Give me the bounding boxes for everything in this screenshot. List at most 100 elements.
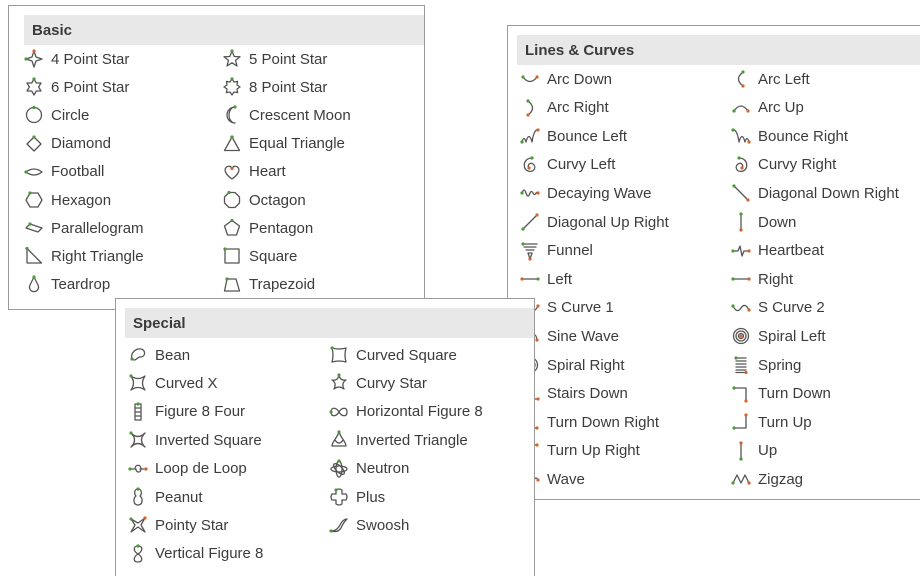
special-shape-item[interactable]: Curved Square [329,344,457,366]
lines-shape-item[interactable]: Turn Up [731,411,812,433]
diamond-icon [24,134,44,154]
lines-shape-item[interactable]: Arc Up [731,97,804,119]
bean-icon [128,345,148,365]
hexagon-icon [24,190,44,210]
lines-shape-item[interactable]: Curvy Left [520,154,615,176]
shape-label: Equal Triangle [249,135,345,153]
shape-label: 4 Point Star [51,50,130,68]
plus-icon [329,487,349,507]
lines-shape-item[interactable]: Turn Down [731,383,831,405]
s-curve-2-icon [731,298,751,318]
basic-shape-item[interactable]: Crescent Moon [222,104,351,126]
shape-label: Teardrop [51,276,111,294]
lines-shape-item[interactable]: Curvy Right [731,154,836,176]
shape-label: Turn Down [758,385,831,403]
basic-shape-item[interactable]: 4 Point Star [24,48,129,70]
lines-shape-item[interactable]: Down [731,211,796,233]
special-shape-item[interactable]: Inverted Triangle [329,429,468,451]
basic-shape-item[interactable]: 8 Point Star [222,76,327,98]
lines-shape-item[interactable]: Up [731,440,777,462]
basic-shape-item[interactable]: Teardrop [24,274,110,296]
special-shape-item[interactable]: Plus [329,486,385,508]
shape-label: Plus [356,488,386,506]
shape-label: Loop de Loop [155,460,247,478]
lines-shape-item[interactable]: Right [731,268,793,290]
lines-curves-header: Lines & Curves [517,35,920,65]
basic-shape-item[interactable]: Octagon [222,189,306,211]
star6-icon [24,77,44,97]
lines-shape-item[interactable]: Decaying Wave [520,182,652,204]
lines-shape-item[interactable]: Spiral Left [731,325,826,347]
lines-shape-item[interactable]: Left [520,268,572,290]
shape-label: Square [249,247,298,265]
lines-shape-item[interactable]: Bounce Right [731,125,848,147]
shape-label: Curvy Left [547,156,616,174]
basic-shape-item[interactable]: Heart [222,161,286,183]
special-shape-item[interactable]: Figure 8 Four [128,401,245,423]
special-shape-item[interactable]: Peanut [128,486,203,508]
special-shape-item[interactable]: Inverted Square [128,429,262,451]
shape-label: Decaying Wave [547,184,652,202]
shape-label: Spiral Left [758,327,826,345]
basic-shape-item[interactable]: Trapezoid [222,274,315,296]
basic-shape-item[interactable]: Diamond [24,133,111,155]
lines-shape-item[interactable]: Arc Right [520,97,609,119]
lines-shape-item[interactable]: Funnel [520,240,593,262]
basic-shape-item[interactable]: Square [222,245,297,267]
shape-label: Spiral Right [547,356,625,374]
lines-shape-item[interactable]: Zigzag [731,468,803,490]
arc-right-icon [520,98,540,118]
basic-shape-item[interactable]: Pentagon [222,217,313,239]
basic-shape-item[interactable]: Circle [24,104,89,126]
shape-label: Figure 8 Four [155,403,246,421]
shape-label: Octagon [249,191,306,209]
lines-shape-item[interactable]: Spring [731,354,801,376]
special-shape-item[interactable]: Horizontal Figure 8 [329,401,483,423]
funnel-icon [520,241,540,261]
special-shape-item[interactable]: Curvy Star [329,372,427,394]
basic-shape-item[interactable]: Football [24,161,104,183]
special-panel: Special Bean Curved Square Curved X Curvy S… [115,298,535,576]
diagonal-down-right-icon [731,183,751,203]
lines-shape-item[interactable]: Arc Left [731,68,810,90]
parallelogram-icon [24,218,44,238]
basic-shape-item[interactable]: 5 Point Star [222,48,327,70]
lines-shape-item[interactable]: Turn Down Right [520,411,659,433]
lines-shape-item[interactable]: S Curve 2 [731,297,825,319]
zigzag-icon [731,469,751,489]
right-icon [731,269,751,289]
basic-shape-item[interactable]: Right Triangle [24,245,144,267]
lines-shape-item[interactable]: Bounce Left [520,125,627,147]
bounce-left-icon [520,126,540,146]
lines-shape-item[interactable]: Heartbeat [731,240,824,262]
shape-label: Horizontal Figure 8 [356,403,483,421]
special-shape-item[interactable]: Neutron [329,458,409,480]
shape-label: Inverted Square [155,431,262,449]
special-shape-item[interactable]: Curved X [128,372,218,394]
special-shape-item[interactable]: Pointy Star [128,514,228,536]
special-shape-item[interactable]: Bean [128,344,190,366]
basic-shape-item[interactable]: Hexagon [24,189,111,211]
special-shape-item[interactable]: Vertical Figure 8 [128,543,263,565]
lines-shape-item[interactable]: Arc Down [520,68,612,90]
lines-shape-item[interactable]: Turn Up Right [520,440,640,462]
lines-curves-panel: Lines & Curves Arc Down Arc Left Arc Right… [507,25,920,500]
lines-shape-item[interactable]: Diagonal Down Right [731,182,899,204]
lines-shape-item[interactable]: Spiral Right [520,354,625,376]
shape-label: Arc Right [547,99,609,117]
basic-shape-item[interactable]: 6 Point Star [24,76,129,98]
special-header: Special [125,308,534,338]
shape-label: Spring [758,356,802,374]
lines-shape-item[interactable]: Stairs Down [520,383,628,405]
shape-label: Curved X [155,374,218,392]
shape-label: Trapezoid [249,276,316,294]
basic-shape-item[interactable]: Parallelogram [24,217,144,239]
basic-shape-item[interactable]: Equal Triangle [222,133,345,155]
turn-down-icon [731,384,751,404]
special-shape-item[interactable]: Swoosh [329,514,409,536]
lines-shape-item[interactable]: Diagonal Up Right [520,211,669,233]
shape-label: Diagonal Up Right [547,213,669,231]
special-shape-item[interactable]: Loop de Loop [128,458,247,480]
shape-label: Wave [547,470,585,488]
shape-label: S Curve 1 [547,299,614,317]
